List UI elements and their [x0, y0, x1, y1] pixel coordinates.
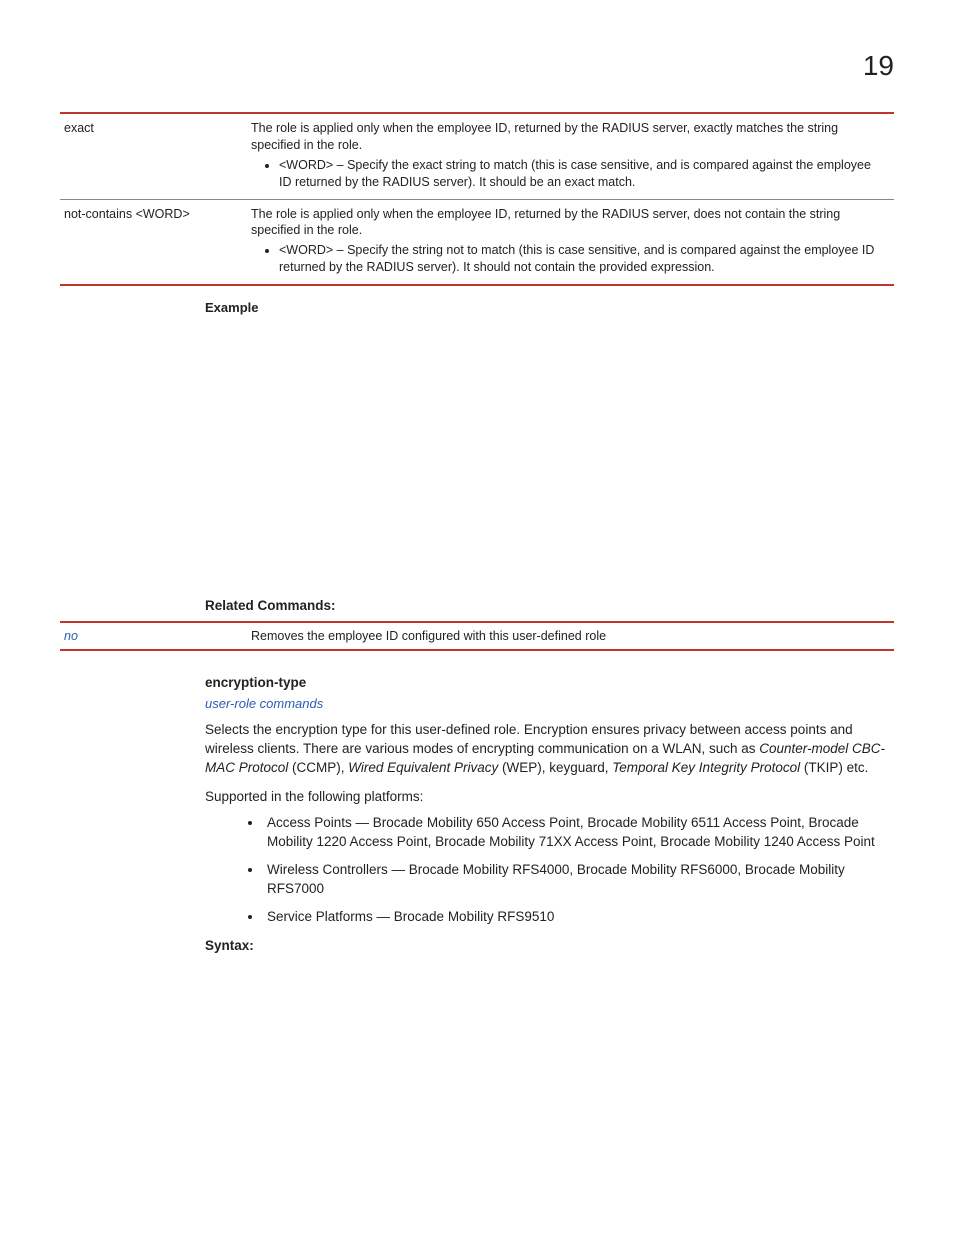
supported-platforms-text: Supported in the following platforms:	[205, 788, 894, 807]
italic-text: Wired Equivalent Privacy	[348, 760, 498, 775]
blank-space	[205, 315, 894, 580]
platforms-list: Access Points — Brocade Mobility 650 Acc…	[205, 813, 894, 927]
desc-list: <WORD> – Specify the exact string to mat…	[251, 157, 886, 191]
content-block: encryption-type user-role commands Selec…	[205, 675, 894, 953]
param-desc: The role is applied only when the employ…	[247, 199, 894, 285]
desc-list: <WORD> – Specify the string not to match…	[251, 242, 886, 276]
text: (WEP), keyguard,	[498, 760, 612, 775]
table-row: exact The role is applied only when the …	[60, 113, 894, 199]
list-item: <WORD> – Specify the string not to match…	[279, 242, 886, 276]
parameter-table: exact The role is applied only when the …	[60, 112, 894, 286]
list-item: <WORD> – Specify the exact string to mat…	[279, 157, 886, 191]
content-block: Example Related Commands:	[205, 300, 894, 613]
table-row: no Removes the employee ID configured wi…	[60, 622, 894, 650]
related-desc: Removes the employee ID configured with …	[247, 622, 894, 650]
syntax-heading: Syntax:	[205, 938, 894, 953]
example-heading: Example	[205, 300, 894, 315]
param-key: exact	[60, 113, 247, 199]
page-content: 19 exact The role is applied only when t…	[0, 0, 954, 1013]
text: (CCMP),	[288, 760, 348, 775]
text: Selects the encryption type for this use…	[205, 722, 853, 756]
table-row: not-contains <WORD> The role is applied …	[60, 199, 894, 285]
list-item: Access Points — Brocade Mobility 650 Acc…	[263, 813, 894, 852]
list-item: Service Platforms — Brocade Mobility RFS…	[263, 907, 894, 927]
desc-text: The role is applied only when the employ…	[251, 207, 840, 238]
related-commands-table: no Removes the employee ID configured wi…	[60, 621, 894, 651]
list-item: Wireless Controllers — Brocade Mobility …	[263, 860, 894, 899]
italic-text: Temporal Key Integrity Protocol	[612, 760, 800, 775]
encryption-type-heading: encryption-type	[205, 675, 894, 690]
param-key: not-contains <WORD>	[60, 199, 247, 285]
param-desc: The role is applied only when the employ…	[247, 113, 894, 199]
related-commands-heading: Related Commands:	[205, 598, 894, 613]
page-number: 19	[60, 50, 894, 82]
text: (TKIP) etc.	[800, 760, 868, 775]
related-key: no	[60, 622, 247, 650]
user-role-commands-link[interactable]: user-role commands	[205, 696, 894, 711]
description-paragraph: Selects the encryption type for this use…	[205, 721, 894, 778]
desc-text: The role is applied only when the employ…	[251, 121, 838, 152]
